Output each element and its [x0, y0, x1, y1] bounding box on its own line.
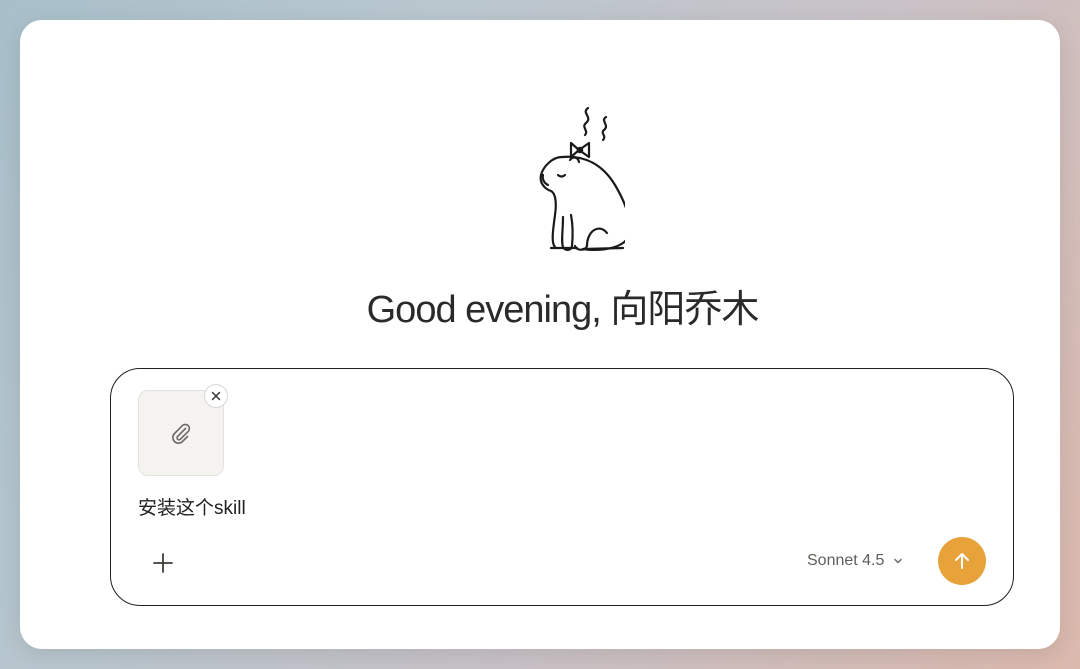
close-icon: [211, 391, 221, 401]
paperclip-icon: [172, 423, 191, 444]
capybara-mascot-icon: [539, 106, 625, 251]
chevron-down-icon: [894, 558, 903, 564]
add-content-button[interactable]: [147, 547, 179, 579]
greeting-heading: Good evening, 向阳乔木: [366, 289, 760, 331]
plus-icon: [153, 553, 173, 573]
model-label: Sonnet 4.5: [807, 552, 885, 569]
app-window: Good evening, 向阳乔木 安装这个skill Sonnet 4.5: [20, 20, 1060, 649]
model-selector[interactable]: Sonnet 4.5: [807, 549, 904, 573]
send-button[interactable]: [938, 537, 986, 585]
message-input[interactable]: 安装这个skill: [138, 493, 246, 520]
remove-attachment-button[interactable]: [204, 384, 228, 408]
arrow-up-icon: [955, 553, 969, 569]
chat-composer[interactable]: 安装这个skill Sonnet 4.5: [110, 368, 1014, 606]
